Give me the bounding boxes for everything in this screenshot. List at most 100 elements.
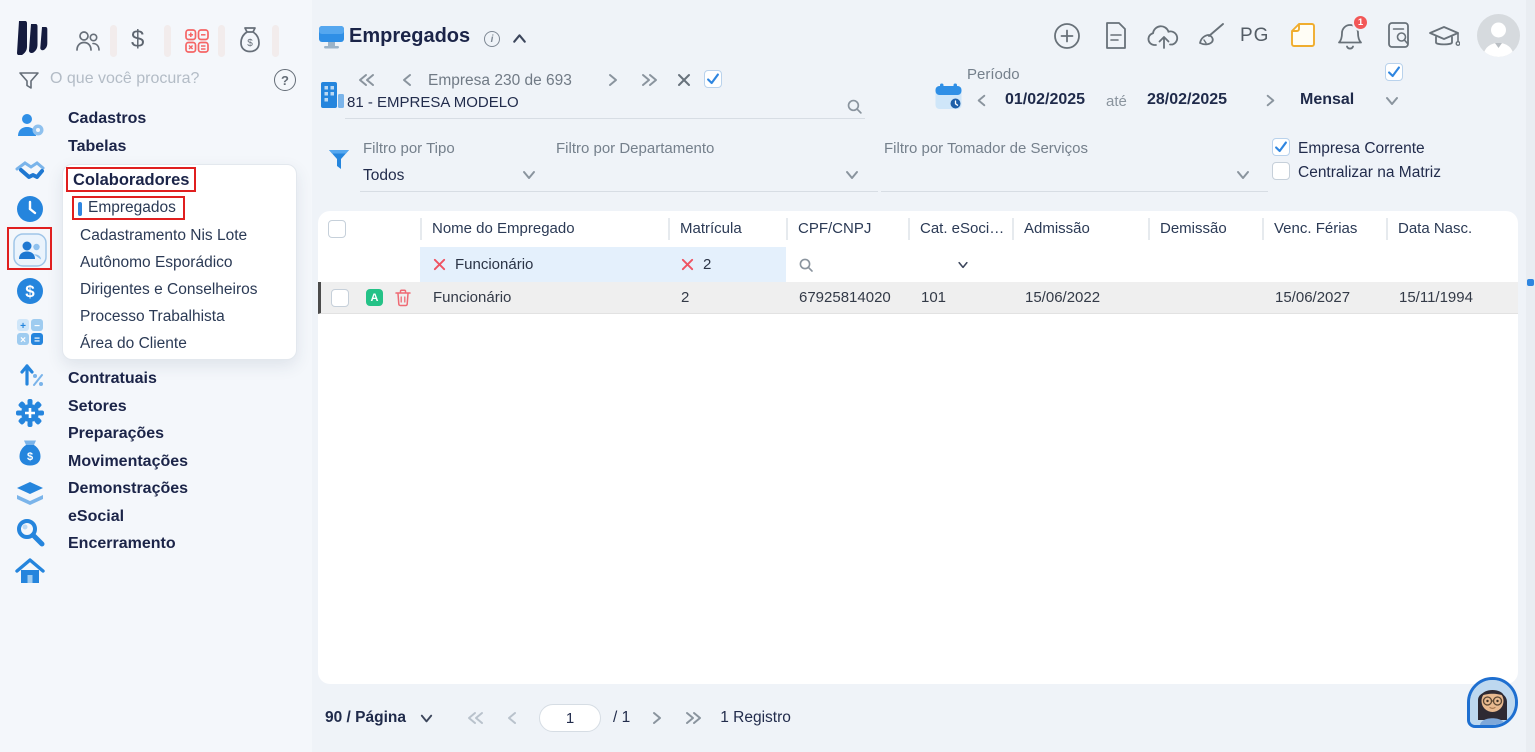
centralizar-matriz-checkbox[interactable] xyxy=(1272,162,1290,180)
note-icon[interactable] xyxy=(1290,22,1316,48)
sidebar-item-esocial[interactable]: eSocial xyxy=(68,508,124,526)
period-start-date[interactable]: 01/02/2025 xyxy=(1005,91,1085,109)
broom-icon[interactable] xyxy=(1197,22,1225,50)
people-icon[interactable] xyxy=(74,28,102,54)
period-mode-chevron-icon[interactable] xyxy=(1383,92,1401,110)
clear-nome-filter-icon[interactable] xyxy=(432,257,447,272)
calc-tables-icon[interactable]: + − × = xyxy=(15,317,45,347)
page-number-input[interactable] xyxy=(538,704,601,732)
vertical-scrollbar-track[interactable] xyxy=(1526,0,1535,752)
submenu-item-dirigentes[interactable]: Dirigentes e Conselheiros xyxy=(80,281,257,299)
collaborators-icon[interactable] xyxy=(13,233,47,267)
filter-tipo-select[interactable]: Todos xyxy=(363,167,404,185)
submenu-header-colaboradores[interactable]: Colaboradores xyxy=(73,171,189,190)
training-cap-icon[interactable] xyxy=(1428,24,1460,50)
prev-page-icon[interactable] xyxy=(503,709,521,727)
submenu-item-empregados[interactable]: Empregados xyxy=(88,199,176,217)
vertical-scrollbar-thumb[interactable] xyxy=(1527,279,1534,286)
sidebar-item-preparacoes[interactable]: Preparações xyxy=(68,425,164,443)
filter-tipo-chevron-icon[interactable] xyxy=(520,166,538,184)
col-header-nome[interactable]: Nome do Empregado xyxy=(420,218,668,240)
filter-chip-matricula[interactable]: 2 xyxy=(668,247,786,282)
help-icon[interactable]: ? xyxy=(274,69,296,91)
row-checkbox[interactable] xyxy=(331,288,349,307)
col-header-data-nasc[interactable]: Data Nasc. xyxy=(1386,218,1518,240)
search-blue-icon[interactable] xyxy=(15,517,45,547)
company-filter-checkbox[interactable] xyxy=(704,70,722,88)
period-end-date[interactable]: 28/02/2025 xyxy=(1147,91,1227,109)
period-next-icon[interactable] xyxy=(1262,92,1279,109)
col-header-cat-esocial[interactable]: Cat. eSoci… xyxy=(908,218,1012,240)
calculator-icon[interactable] xyxy=(184,28,210,54)
col-header-admissao[interactable]: Admissão xyxy=(1012,218,1148,240)
search-input[interactable] xyxy=(50,70,260,88)
period-mode-select[interactable]: Mensal xyxy=(1300,91,1354,109)
sidebar-item-cadastros[interactable]: Cadastros xyxy=(68,110,146,128)
select-all-checkbox[interactable] xyxy=(328,220,346,238)
company-clear-icon[interactable] xyxy=(676,72,692,88)
user-avatar[interactable] xyxy=(1477,14,1520,57)
filter-chip-nome[interactable]: Funcionário xyxy=(420,247,668,282)
filter-funnel-icon[interactable] xyxy=(18,70,40,92)
document-icon[interactable] xyxy=(1104,21,1128,50)
last-page-icon[interactable] xyxy=(684,709,702,727)
col-header-venc-ferias[interactable]: Venc. Férias xyxy=(1262,218,1386,240)
sidebar-item-demonstracoes[interactable]: Demonstrações xyxy=(68,480,188,498)
period-prev-icon[interactable] xyxy=(973,92,990,109)
filter-tomador-select[interactable] xyxy=(884,167,1204,187)
dollar-coin-icon[interactable]: $ xyxy=(15,276,45,306)
first-page-icon[interactable] xyxy=(467,709,485,727)
dollar-icon[interactable]: $ xyxy=(131,26,144,54)
period-checkbox[interactable] xyxy=(1385,63,1403,81)
col-header-matricula[interactable]: Matrícula xyxy=(668,218,786,240)
company-prev-icon[interactable] xyxy=(398,71,416,89)
col-header-demissao[interactable]: Demissão xyxy=(1148,218,1262,240)
layers-icon[interactable] xyxy=(15,478,45,508)
empresa-corrente-checkbox[interactable] xyxy=(1272,138,1290,156)
sidebar-item-setores[interactable]: Setores xyxy=(68,398,127,416)
table-row[interactable]: A Funcionário 2 67925814020 101 15/06/20… xyxy=(318,282,1518,314)
submenu-item-autonomo[interactable]: Autônomo Esporádico xyxy=(80,254,233,272)
handshake-icon[interactable] xyxy=(15,155,45,185)
company-name-input[interactable] xyxy=(347,94,847,111)
submenu-item-processo[interactable]: Processo Trabalhista xyxy=(80,308,225,326)
company-last-icon[interactable] xyxy=(640,71,658,89)
audit-log-icon[interactable] xyxy=(1387,21,1412,50)
pg-icon[interactable]: PG xyxy=(1240,25,1269,47)
cat-filter-chevron-icon[interactable] xyxy=(956,258,970,272)
filter-departamento-select[interactable] xyxy=(556,167,816,187)
info-icon[interactable]: i xyxy=(484,31,500,47)
clock-icon[interactable] xyxy=(15,194,45,224)
cloud-upload-icon[interactable] xyxy=(1147,24,1181,50)
app-logo[interactable] xyxy=(17,21,49,55)
per-page-chevron-icon[interactable] xyxy=(418,710,435,727)
filter-cat-select[interactable] xyxy=(908,247,1012,282)
gear-icon[interactable] xyxy=(15,398,45,428)
filter-cpf-search[interactable] xyxy=(786,247,908,282)
submenu-item-cadastramento-nis[interactable]: Cadastramento Nis Lote xyxy=(80,227,247,245)
sidebar-item-tabelas[interactable]: Tabelas xyxy=(68,138,126,156)
next-page-icon[interactable] xyxy=(648,709,666,727)
sidebar-item-encerramento[interactable]: Encerramento xyxy=(68,535,176,553)
money-bag-blue-icon[interactable]: $ xyxy=(15,438,45,468)
clear-matricula-filter-icon[interactable] xyxy=(680,257,695,272)
trend-percent-icon[interactable] xyxy=(15,358,45,388)
money-bag-icon[interactable]: $ xyxy=(238,26,262,54)
filter-departamento-chevron-icon[interactable] xyxy=(843,166,861,184)
filter-tomador-chevron-icon[interactable] xyxy=(1234,166,1252,184)
per-page-select[interactable]: 90 / Página xyxy=(325,709,406,727)
sidebar-item-contratuais[interactable]: Contratuais xyxy=(68,370,157,388)
assistant-avatar[interactable] xyxy=(1467,677,1518,728)
company-search-icon[interactable] xyxy=(846,98,863,115)
submenu-item-area-cliente[interactable]: Área do Cliente xyxy=(80,335,187,353)
collapse-chevron-icon[interactable] xyxy=(510,29,529,48)
col-header-cpf[interactable]: CPF/CNPJ xyxy=(786,218,908,240)
home-icon[interactable] xyxy=(15,557,45,587)
company-first-icon[interactable] xyxy=(358,71,376,89)
delete-row-icon[interactable] xyxy=(395,288,411,307)
sidebar-item-movimentacoes[interactable]: Movimentações xyxy=(68,453,188,471)
registrations-icon[interactable] xyxy=(15,110,45,140)
company-next-icon[interactable] xyxy=(604,71,622,89)
cpf-search-icon[interactable] xyxy=(798,257,814,273)
add-icon[interactable] xyxy=(1053,22,1081,50)
